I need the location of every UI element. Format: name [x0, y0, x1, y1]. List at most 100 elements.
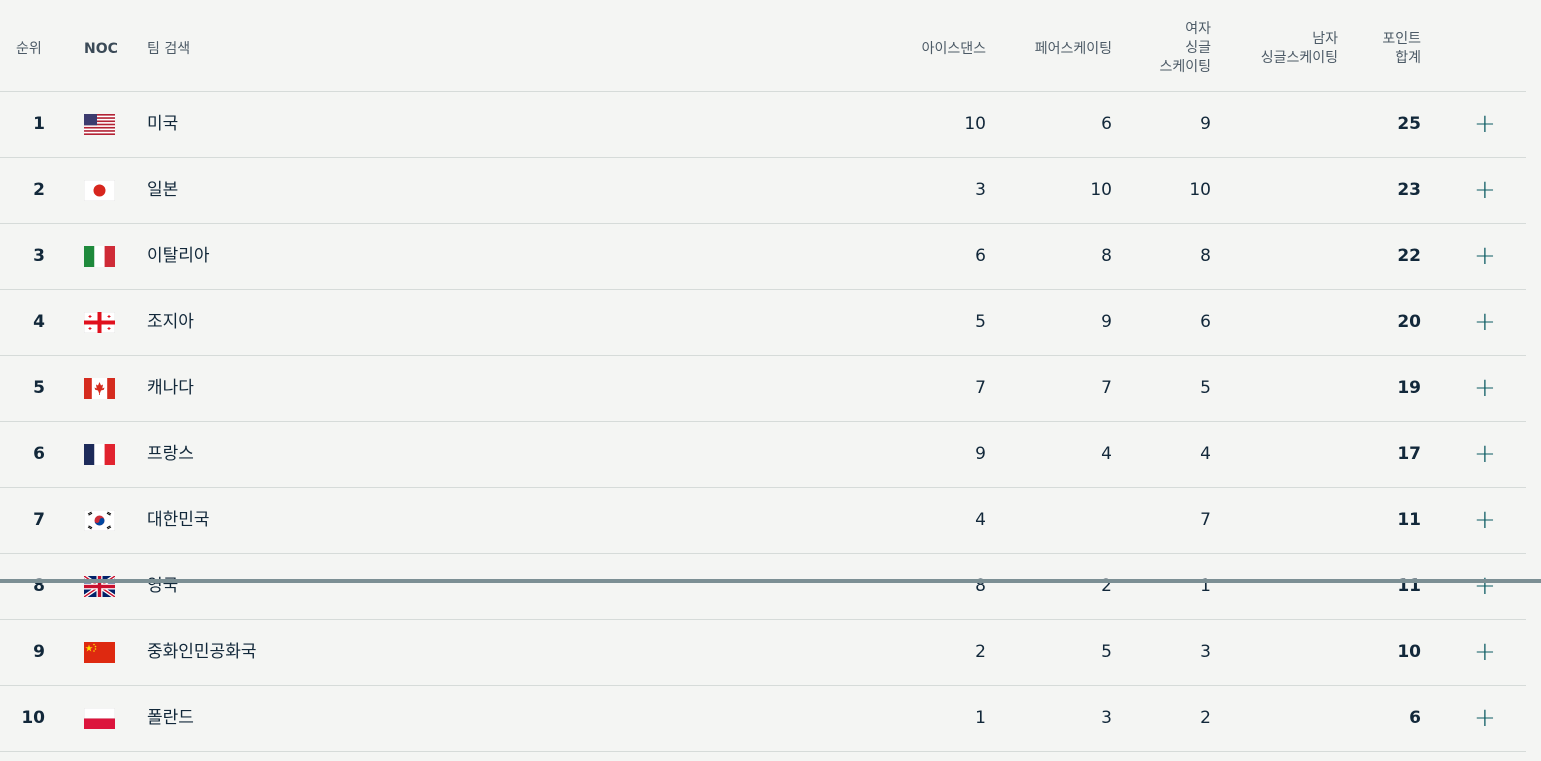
pair-skating-points: 9 [1101, 312, 1112, 332]
header-ice-dance[interactable]: 아이스댄스 [922, 40, 986, 59]
women-singles-points: 10 [1189, 180, 1211, 200]
overlay-divider [0, 579, 1541, 583]
ice-dance-points: 8 [975, 576, 986, 596]
rank-cell: 4 [33, 312, 45, 332]
table-row[interactable]: 8 영국 8 2 1 11 + [0, 554, 1526, 620]
women-singles-points: 6 [1200, 312, 1211, 332]
women-singles-points: 8 [1200, 246, 1211, 266]
japan-flag-icon [84, 180, 115, 201]
table-row[interactable]: 2 일본 3 10 10 23 + [0, 158, 1526, 224]
header-men-line2: 싱글스케이팅 [1260, 50, 1338, 66]
total-points: 10 [1397, 642, 1421, 662]
header-total-line1: 포인트 [1382, 31, 1421, 47]
total-points: 6 [1409, 708, 1421, 728]
rank-cell: 7 [33, 510, 45, 530]
table-row[interactable]: 6 프랑스 9 4 4 17 + [0, 422, 1526, 488]
ice-dance-points: 3 [975, 180, 986, 200]
pair-skating-points: 5 [1101, 642, 1112, 662]
rank-cell: 3 [33, 246, 45, 266]
table-row[interactable]: 5 캐나다 7 7 5 19 + [0, 356, 1526, 422]
table-body: 1 미국 10 6 9 25 + 2 일본 3 10 10 23 + 3 이탈리… [0, 92, 1526, 752]
table-row[interactable]: 10 폴란드 1 3 2 6 + [0, 686, 1526, 752]
ice-dance-points: 6 [975, 246, 986, 266]
header-women-line1: 여자 [1185, 21, 1211, 37]
rank-cell: 2 [33, 180, 45, 200]
expand-plus-icon[interactable]: + [1474, 488, 1496, 553]
header-rank[interactable]: 순위 [16, 40, 42, 59]
expand-plus-icon[interactable]: + [1474, 554, 1496, 619]
team-name: 프랑스 [147, 444, 194, 464]
header-women-line3: 스케이팅 [1159, 59, 1211, 75]
table-row[interactable]: 9 중화인민공화국 2 5 3 10 + [0, 620, 1526, 686]
team-name: 조지아 [147, 312, 194, 332]
rank-cell: 8 [33, 576, 45, 596]
pair-skating-points: 10 [1090, 180, 1112, 200]
expand-plus-icon[interactable]: + [1474, 686, 1496, 751]
rank-cell: 5 [33, 378, 45, 398]
georgia-flag-icon [84, 312, 115, 333]
header-women-singles[interactable]: 여자 싱글 스케이팅 [1131, 20, 1211, 77]
team-name: 폴란드 [147, 708, 194, 728]
table-row[interactable]: 1 미국 10 6 9 25 + [0, 92, 1526, 158]
total-points: 11 [1397, 510, 1421, 530]
header-men-line1: 남자 [1312, 31, 1338, 47]
france-flag-icon [84, 444, 115, 465]
header-team-search[interactable]: 팀 검색 [147, 40, 190, 59]
header-noc[interactable]: NOC [84, 40, 118, 59]
rank-cell: 9 [33, 642, 45, 662]
header-women-line2: 싱글 [1185, 40, 1211, 56]
pair-skating-points: 6 [1101, 114, 1112, 134]
expand-plus-icon[interactable]: + [1474, 356, 1496, 421]
china-flag-icon [84, 642, 115, 663]
expand-plus-icon[interactable]: + [1474, 290, 1496, 355]
total-points: 11 [1397, 576, 1421, 596]
team-name: 캐나다 [147, 378, 194, 398]
ice-dance-points: 2 [975, 642, 986, 662]
ice-dance-points: 9 [975, 444, 986, 464]
team-name: 대한민국 [147, 510, 210, 530]
team-name: 미국 [147, 114, 179, 134]
pair-skating-points: 7 [1101, 378, 1112, 398]
team-name: 일본 [147, 180, 179, 200]
total-points: 23 [1397, 180, 1421, 200]
total-points: 20 [1397, 312, 1421, 332]
poland-flag-icon [84, 708, 115, 729]
italy-flag-icon [84, 246, 115, 267]
header-total-points[interactable]: 포인트 합계 [1361, 30, 1421, 68]
total-points: 17 [1397, 444, 1421, 464]
pair-skating-points: 8 [1101, 246, 1112, 266]
pair-skating-points: 2 [1101, 576, 1112, 596]
expand-plus-icon[interactable]: + [1474, 158, 1496, 223]
pair-skating-points: 3 [1101, 708, 1112, 728]
expand-plus-icon[interactable]: + [1474, 224, 1496, 289]
team-name: 영국 [147, 576, 179, 596]
total-points: 19 [1397, 378, 1421, 398]
rank-cell: 6 [33, 444, 45, 464]
table-row[interactable]: 7 대한민국 4 7 11 + [0, 488, 1526, 554]
header-pair-skating[interactable]: 페어스케이팅 [1035, 40, 1112, 59]
ice-dance-points: 7 [975, 378, 986, 398]
table-row[interactable]: 3 이탈리아 6 8 8 22 + [0, 224, 1526, 290]
ice-dance-points: 10 [964, 114, 986, 134]
expand-plus-icon[interactable]: + [1474, 92, 1496, 157]
table-header: 순위 NOC 팀 검색 아이스댄스 페어스케이팅 여자 싱글 스케이팅 남자 싱… [0, 0, 1526, 92]
header-men-singles[interactable]: 남자 싱글스케이팅 [1228, 30, 1338, 68]
ice-dance-points: 1 [975, 708, 986, 728]
expand-plus-icon[interactable]: + [1474, 422, 1496, 487]
expand-plus-icon[interactable]: + [1474, 620, 1496, 685]
header-total-line2: 합계 [1395, 50, 1421, 66]
table-row[interactable]: 4 조지아 5 9 6 20 + [0, 290, 1526, 356]
women-singles-points: 9 [1200, 114, 1211, 134]
canada-flag-icon [84, 378, 115, 399]
total-points: 25 [1397, 114, 1421, 134]
ice-dance-points: 4 [975, 510, 986, 530]
standings-table: 순위 NOC 팀 검색 아이스댄스 페어스케이팅 여자 싱글 스케이팅 남자 싱… [0, 0, 1526, 752]
total-points: 22 [1397, 246, 1421, 266]
pair-skating-points: 4 [1101, 444, 1112, 464]
women-singles-points: 7 [1200, 510, 1211, 530]
women-singles-points: 1 [1200, 576, 1211, 596]
team-name: 중화인민공화국 [147, 642, 257, 662]
ice-dance-points: 5 [975, 312, 986, 332]
women-singles-points: 3 [1200, 642, 1211, 662]
women-singles-points: 5 [1200, 378, 1211, 398]
